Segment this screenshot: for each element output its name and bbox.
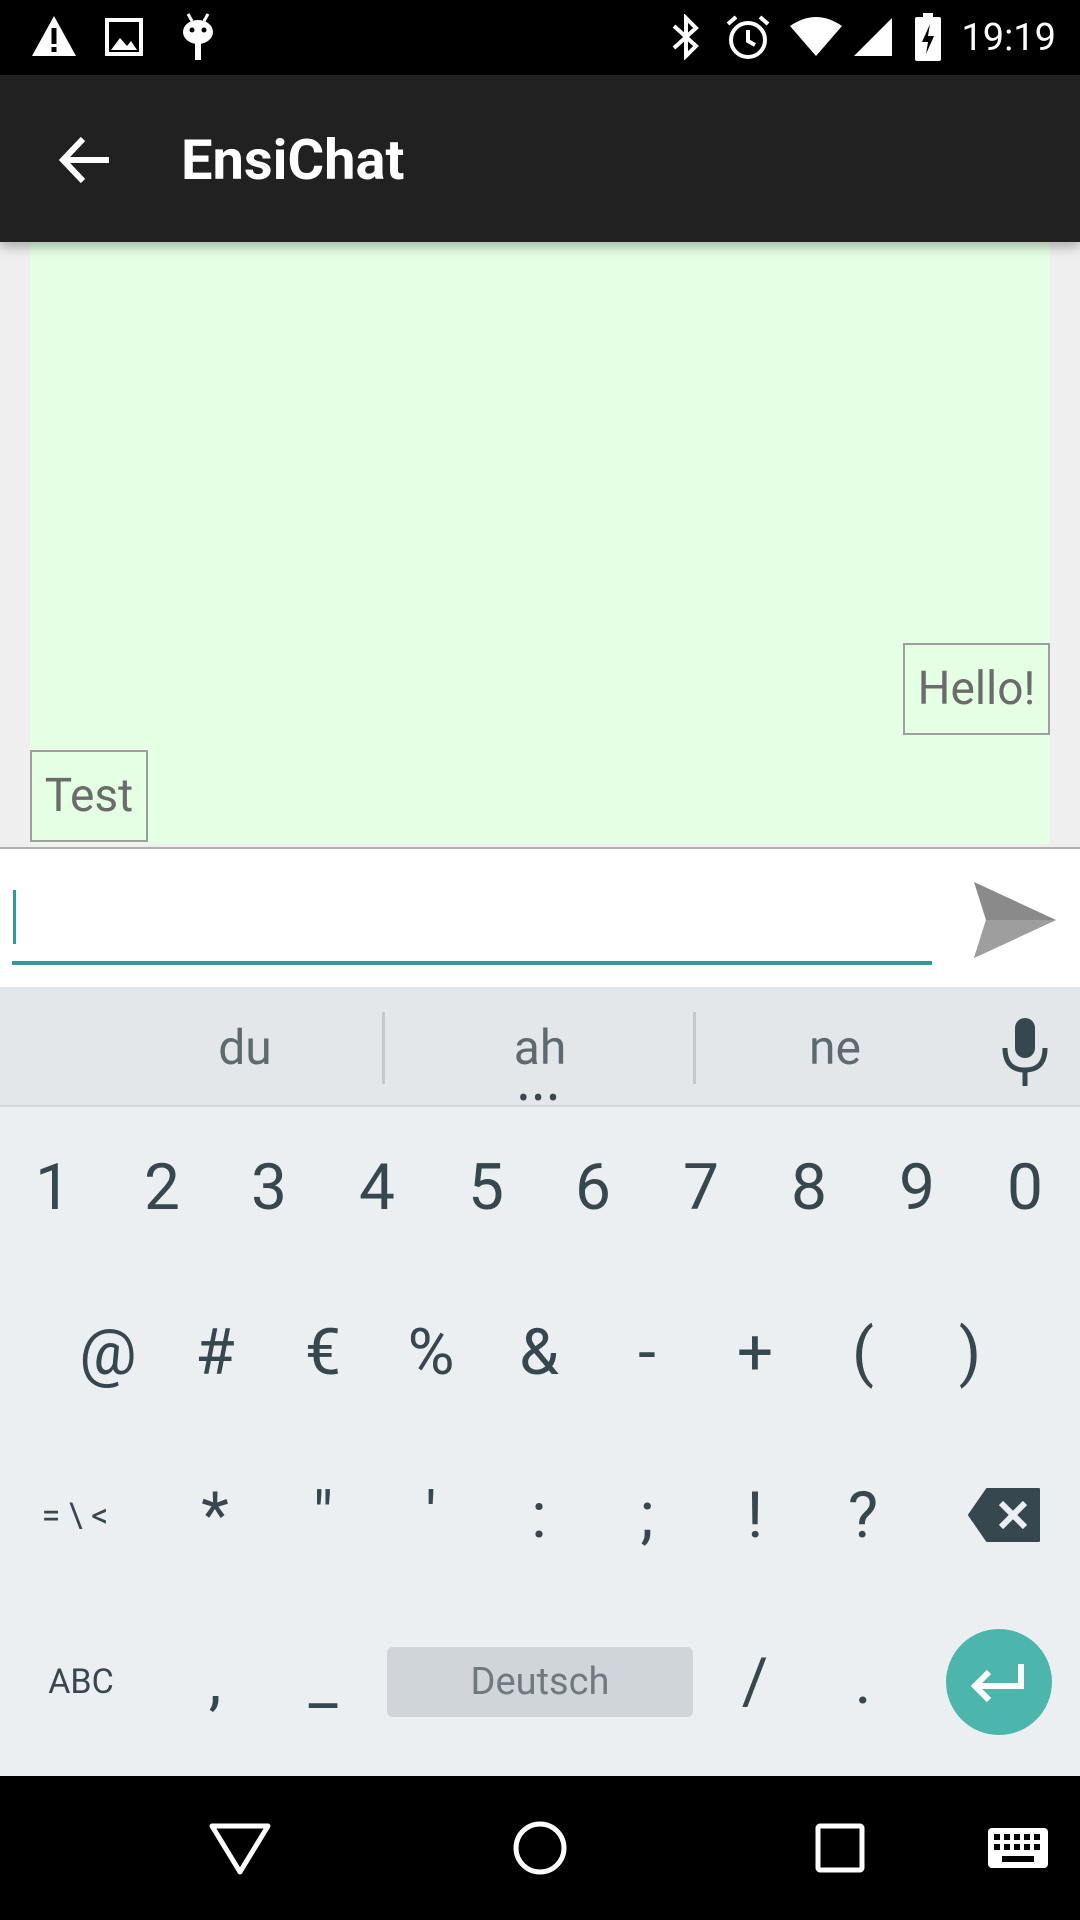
key-7[interactable]: 7 bbox=[651, 1148, 751, 1228]
key-hash[interactable]: # bbox=[165, 1313, 265, 1393]
key-minus[interactable]: - bbox=[597, 1313, 697, 1393]
key-ampersand[interactable]: & bbox=[489, 1313, 589, 1393]
android-icon bbox=[183, 13, 213, 60]
text-cursor bbox=[13, 890, 16, 944]
suggestion-divider bbox=[693, 1012, 696, 1084]
page-title: EnsiChat bbox=[181, 127, 405, 193]
backspace-key[interactable] bbox=[965, 1480, 1045, 1550]
key-at[interactable]: @ bbox=[58, 1313, 158, 1393]
enter-icon bbox=[970, 1664, 1024, 1703]
key-paren-open[interactable]: ( bbox=[813, 1313, 913, 1393]
key-4[interactable]: 4 bbox=[327, 1148, 427, 1228]
key-abc[interactable]: ABC bbox=[11, 1642, 151, 1722]
key-more-symbols[interactable]: = \ < bbox=[5, 1476, 145, 1556]
warning-icon bbox=[32, 16, 76, 56]
clock: 19:19 bbox=[961, 16, 1056, 60]
alarm-icon bbox=[726, 15, 770, 59]
key-slash[interactable]: / bbox=[705, 1642, 805, 1722]
recents-square-icon bbox=[815, 1823, 865, 1873]
key-6[interactable]: 6 bbox=[543, 1148, 643, 1228]
signal-icon bbox=[854, 18, 892, 56]
message-bubble-incoming[interactable]: Test bbox=[30, 750, 148, 842]
key-question[interactable]: ? bbox=[813, 1476, 913, 1556]
suggestion-ne[interactable]: ne bbox=[770, 1018, 900, 1078]
key-3[interactable]: 3 bbox=[219, 1148, 319, 1228]
key-paren-close[interactable]: ) bbox=[920, 1313, 1020, 1393]
suggestion-du[interactable]: du bbox=[180, 1018, 310, 1078]
send-button[interactable] bbox=[965, 870, 1065, 970]
arrow-left-icon bbox=[58, 136, 109, 184]
home-circle-icon bbox=[513, 1821, 567, 1875]
back-button[interactable] bbox=[40, 115, 130, 205]
nav-keyboard-switch-button[interactable] bbox=[968, 1798, 1068, 1898]
suggestion-ah[interactable]: ah bbox=[475, 1018, 605, 1078]
space-key[interactable]: Deutsch bbox=[387, 1647, 693, 1717]
key-5[interactable]: 5 bbox=[436, 1148, 536, 1228]
key-2[interactable]: 2 bbox=[112, 1148, 212, 1228]
key-comma[interactable]: , bbox=[165, 1642, 265, 1722]
key-double-quote[interactable]: " bbox=[273, 1476, 373, 1556]
send-icon bbox=[974, 882, 1056, 958]
message-input[interactable] bbox=[12, 870, 932, 965]
wifi-icon bbox=[790, 17, 842, 56]
suggestion-divider bbox=[382, 1012, 385, 1084]
app-bar: EnsiChat bbox=[0, 75, 1080, 242]
bluetooth-icon bbox=[672, 14, 699, 60]
nav-back-button[interactable] bbox=[190, 1798, 290, 1898]
backspace-icon bbox=[968, 1488, 1040, 1542]
key-0[interactable]: 0 bbox=[975, 1148, 1075, 1228]
chat-messages-list bbox=[30, 242, 1050, 844]
key-period[interactable]: . bbox=[813, 1642, 913, 1722]
voice-input-button[interactable] bbox=[995, 1012, 1055, 1092]
key-semicolon[interactable]: ; bbox=[597, 1476, 697, 1556]
key-1[interactable]: 1 bbox=[3, 1148, 103, 1228]
key-colon[interactable]: : bbox=[489, 1476, 589, 1556]
status-bar: 19:19 bbox=[0, 0, 1080, 75]
microphone-icon bbox=[1002, 1018, 1048, 1086]
nav-home-button[interactable] bbox=[490, 1798, 590, 1898]
nav-recents-button[interactable] bbox=[790, 1798, 890, 1898]
key-plus[interactable]: + bbox=[705, 1313, 805, 1393]
key-9[interactable]: 9 bbox=[867, 1148, 967, 1228]
key-exclamation[interactable]: ! bbox=[705, 1476, 805, 1556]
battery-charging-icon bbox=[915, 13, 941, 61]
key-percent[interactable]: % bbox=[381, 1313, 481, 1393]
key-single-quote[interactable]: ' bbox=[381, 1476, 481, 1556]
key-8[interactable]: 8 bbox=[759, 1148, 859, 1228]
keyboard-switch-icon bbox=[988, 1828, 1048, 1868]
message-bubble-outgoing[interactable]: Hello! bbox=[903, 643, 1050, 735]
key-underscore[interactable]: _ bbox=[273, 1642, 373, 1722]
image-icon bbox=[105, 18, 143, 56]
key-asterisk[interactable]: * bbox=[165, 1476, 265, 1556]
back-triangle-icon bbox=[209, 1823, 271, 1875]
enter-key[interactable] bbox=[946, 1629, 1052, 1735]
more-suggestions-dots: ••• bbox=[518, 1079, 563, 1117]
key-euro[interactable]: € bbox=[273, 1313, 373, 1393]
